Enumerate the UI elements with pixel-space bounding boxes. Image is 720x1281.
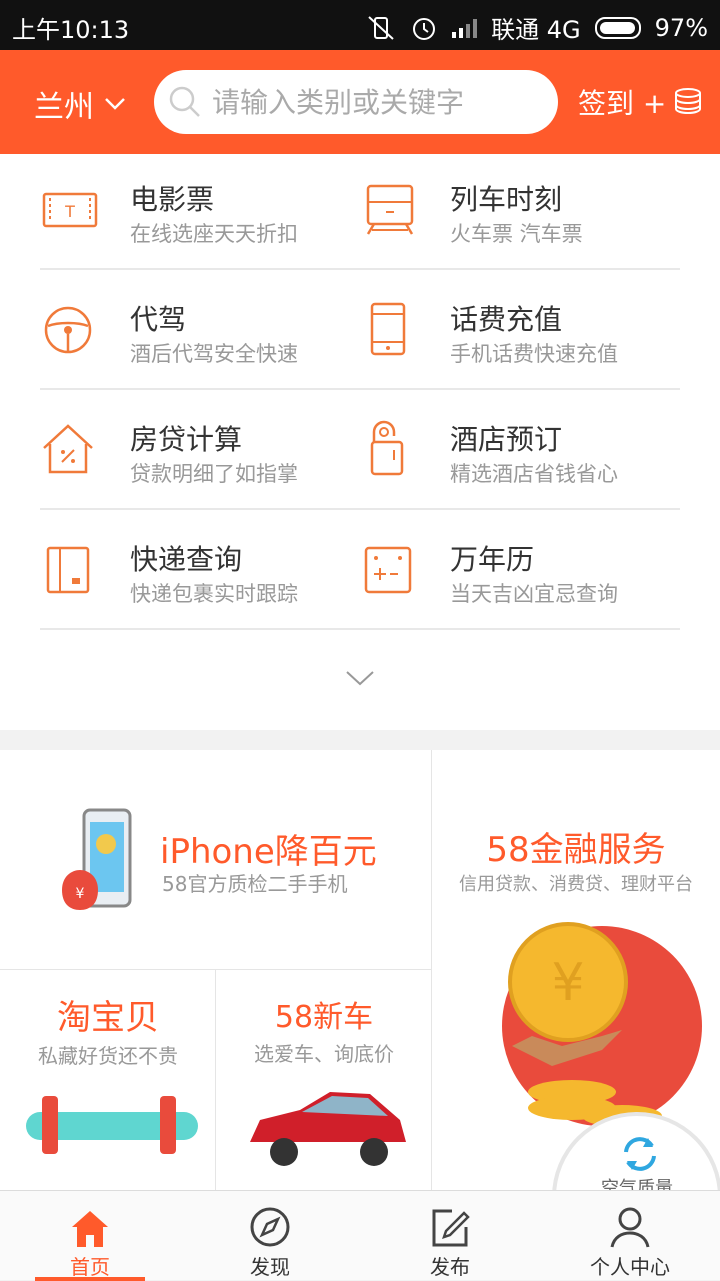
city-selector[interactable]: 兰州: [34, 82, 126, 126]
carrier-label: 联通 4G: [491, 16, 581, 44]
door-hanger-icon: [370, 420, 404, 476]
row-divider: [40, 388, 680, 390]
service-title: 话费充值: [450, 303, 563, 336]
tab-publish[interactable]: 发布: [360, 1191, 540, 1281]
promo-title: 淘宝贝: [57, 998, 159, 1038]
service-calendar[interactable]: 万年历 当天吉凶宜忌查询: [360, 514, 690, 634]
promo-iphone[interactable]: ¥ iPhone降百元 58官方质检二手手机: [0, 750, 432, 970]
service-title: 电影票: [130, 183, 215, 216]
skateboard-illustration: [26, 1096, 198, 1154]
tab-home[interactable]: 首页: [0, 1191, 180, 1281]
promo-title: 58金融服务: [486, 830, 666, 870]
service-subtitle: 当天吉凶宜忌查询: [450, 582, 618, 606]
compass-icon: [250, 1207, 290, 1247]
promo-subtitle: 选爱车、询底价: [254, 1042, 394, 1066]
promo-title: iPhone降百元: [160, 832, 377, 872]
alarm-icon: [413, 17, 436, 40]
signin-label: 签到 +: [578, 87, 667, 120]
service-title: 房贷计算: [130, 423, 243, 456]
coins-icon: [675, 88, 702, 115]
row-divider: [40, 508, 680, 510]
phone-medal-illustration: ¥: [62, 808, 132, 910]
steering-wheel-icon: [44, 306, 92, 354]
search-box[interactable]: [154, 70, 558, 134]
edit-icon: [432, 1209, 470, 1247]
package-icon: [46, 546, 90, 594]
promo-title: 58新车: [274, 1000, 374, 1035]
promo-subtitle: 58官方质检二手手机: [162, 872, 348, 896]
bottom-tab-bar: 首页 发现 发布 个人中心: [0, 1190, 720, 1281]
service-grid: T 电影票 在线选座天天折扣 列车时刻 火车票 汽车票 代驾 酒后代驾安全快速 …: [0, 154, 720, 730]
active-tab-indicator: [35, 1277, 145, 1281]
search-input[interactable]: [212, 85, 532, 119]
battery-icon: [594, 16, 641, 39]
row-divider: [40, 268, 680, 270]
svg-text:¥: ¥: [76, 886, 85, 902]
svg-text:¥: ¥: [551, 953, 584, 1013]
signal-icon: [452, 18, 478, 38]
signin-button[interactable]: 签到 +: [578, 82, 702, 122]
service-mortgage-calc[interactable]: 房贷计算 贷款明细了如指掌: [40, 394, 370, 514]
user-icon: [610, 1207, 650, 1248]
service-designated-driver[interactable]: 代驾 酒后代驾安全快速: [40, 274, 370, 394]
service-movie-ticket[interactable]: T 电影票 在线选座天天折扣: [40, 154, 370, 274]
promo-newcar[interactable]: 58新车 选爱车、询底价: [216, 970, 432, 1190]
status-time: 上午10:13: [12, 16, 130, 44]
tab-profile[interactable]: 个人中心: [540, 1191, 720, 1281]
service-subtitle: 手机话费快速充值: [450, 342, 618, 366]
promo-subtitle: 信用贷款、消费贷、理财平台: [459, 874, 693, 895]
service-title: 万年历: [450, 543, 535, 576]
expand-chevron-icon[interactable]: [344, 668, 376, 688]
house-percent-icon: [43, 424, 93, 474]
service-subtitle: 火车票 汽车票: [450, 222, 583, 246]
service-subtitle: 酒后代驾安全快速: [130, 342, 298, 366]
tab-label: 发布: [430, 1255, 470, 1279]
service-title: 列车时刻: [450, 183, 563, 216]
train-icon: [366, 184, 414, 235]
chevron-down-icon: [105, 98, 125, 110]
service-title: 酒店预订: [450, 423, 563, 456]
service-express-tracking[interactable]: 快递查询 快递包裹实时跟踪: [40, 514, 370, 634]
city-label: 兰州: [34, 90, 94, 125]
service-subtitle: 贷款明细了如指掌: [130, 462, 298, 486]
service-subtitle: 快递包裹实时跟踪: [130, 582, 298, 606]
service-subtitle: 在线选座天天折扣: [130, 222, 298, 246]
service-train-schedule[interactable]: 列车时刻 火车票 汽车票: [360, 154, 690, 274]
calendar-icon: [364, 546, 412, 594]
service-phone-recharge[interactable]: 话费充值 手机话费快速充值: [360, 274, 690, 394]
car-illustration: [250, 1092, 406, 1166]
service-hotel-booking[interactable]: 酒店预订 精选酒店省钱省心: [360, 394, 690, 514]
status-bar: 上午10:13 联通 4G 97%: [0, 0, 720, 50]
coin-hands-illustration: ¥: [502, 922, 702, 1127]
tab-discover[interactable]: 发现: [180, 1191, 360, 1281]
ticket-icon: T: [42, 192, 98, 228]
tab-label: 首页: [70, 1255, 110, 1279]
phone-icon: [370, 302, 406, 356]
battery-percent: 97%: [654, 13, 708, 42]
tab-label: 发现: [250, 1255, 290, 1279]
vibrate-off-icon: [368, 15, 394, 40]
top-header: 兰州 签到 +: [0, 50, 720, 154]
promo-taobao[interactable]: 淘宝贝 私藏好货还不贵: [0, 970, 216, 1190]
service-title: 快递查询: [130, 543, 243, 576]
service-title: 代驾: [130, 303, 187, 336]
row-divider: [40, 628, 680, 630]
tab-label: 个人中心: [590, 1255, 670, 1279]
search-icon: [169, 86, 200, 117]
refresh-icon: [624, 1137, 656, 1171]
promo-subtitle: 私藏好货还不贵: [38, 1044, 178, 1068]
svg-text:T: T: [64, 202, 75, 221]
home-icon: [72, 1211, 108, 1247]
service-subtitle: 精选酒店省钱省心: [450, 462, 618, 486]
